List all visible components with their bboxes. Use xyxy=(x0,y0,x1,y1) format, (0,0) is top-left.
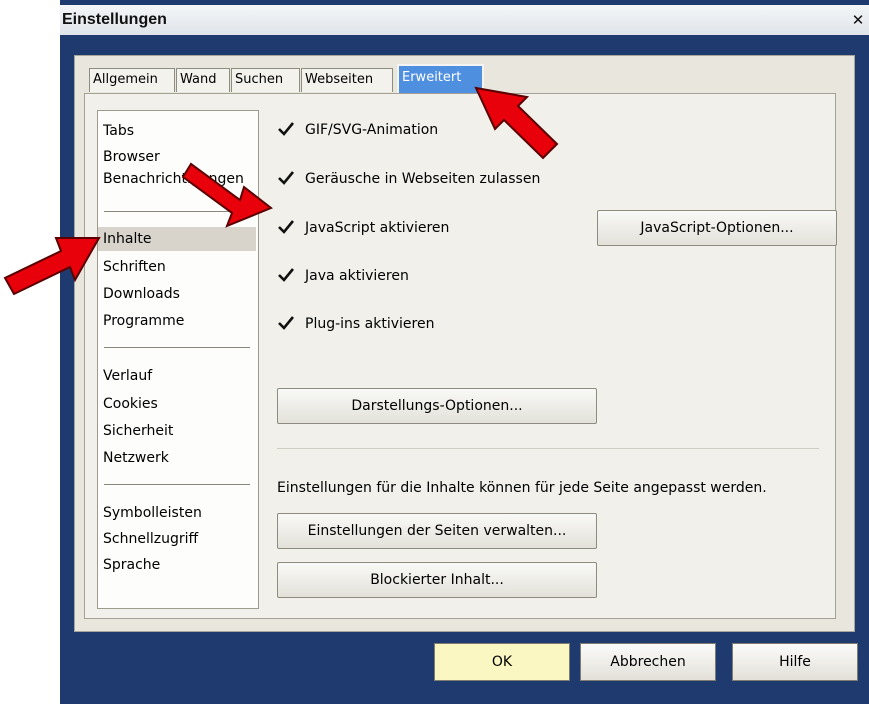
sidebar-item-schnellzugriff[interactable]: Schnellzugriff xyxy=(98,527,256,551)
sidebar-item-browser[interactable]: Browser xyxy=(98,145,256,169)
sidebar-item-programme[interactable]: Programme xyxy=(98,309,256,333)
sidebar-item-sprache[interactable]: Sprache xyxy=(98,553,256,577)
title-bar: Einstellungen ✕ xyxy=(60,5,869,35)
blocked-content-button[interactable]: Blockierter Inhalt... xyxy=(277,562,597,598)
sidebar-item-sicherheit[interactable]: Sicherheit xyxy=(98,419,256,443)
window-title: Einstellungen xyxy=(62,11,167,28)
ok-button[interactable]: OK xyxy=(434,643,570,681)
sidebar-item-verlauf[interactable]: Verlauf xyxy=(98,364,256,388)
category-list[interactable]: Tabs Browser Benachrichtigungen Inhalte … xyxy=(97,110,259,609)
option-label: JavaScript aktivieren xyxy=(305,220,450,236)
sidebar-item-inhalte[interactable]: Inhalte xyxy=(98,227,256,251)
sidebar-divider xyxy=(104,211,250,212)
sidebar-item-symbolleisten[interactable]: Symbolleisten xyxy=(98,501,256,525)
tab-webseiten[interactable]: Webseiten xyxy=(301,68,393,92)
separator xyxy=(277,448,819,449)
sidebar-item-tabs[interactable]: Tabs xyxy=(98,119,256,143)
tab-wand[interactable]: Wand xyxy=(176,68,230,92)
sidebar-item-benachrichtigungen[interactable]: Benachrichtigungen xyxy=(98,167,256,191)
check-icon[interactable] xyxy=(277,169,295,187)
sidebar-divider xyxy=(104,347,250,348)
display-options-button[interactable]: Darstellungs-Optionen... xyxy=(277,388,597,424)
check-icon[interactable] xyxy=(277,120,295,138)
help-button[interactable]: Hilfe xyxy=(732,643,858,681)
sidebar-item-cookies[interactable]: Cookies xyxy=(98,392,256,416)
sidebar-divider xyxy=(104,484,250,485)
option-label: Java aktivieren xyxy=(305,268,409,284)
check-icon[interactable] xyxy=(277,266,295,284)
check-icon[interactable] xyxy=(277,218,295,236)
option-label: Geräusche in Webseiten zulassen xyxy=(305,171,541,187)
check-icon[interactable] xyxy=(277,314,295,332)
tab-erweitert[interactable]: Erweitert xyxy=(397,64,484,94)
tab-suchen[interactable]: Suchen xyxy=(231,68,300,92)
manage-sites-button[interactable]: Einstellungen der Seiten verwalten... xyxy=(277,513,597,549)
cancel-button[interactable]: Abbrechen xyxy=(580,643,716,681)
sidebar-item-downloads[interactable]: Downloads xyxy=(98,282,256,306)
option-label: GIF/SVG-Animation xyxy=(305,122,439,138)
close-icon[interactable]: ✕ xyxy=(849,12,867,30)
javascript-options-button[interactable]: JavaScript-Optionen... xyxy=(597,210,837,246)
sidebar-item-schriften[interactable]: Schriften xyxy=(98,255,256,279)
sidebar-item-netzwerk[interactable]: Netzwerk xyxy=(98,446,256,470)
option-label: Plug-ins aktivieren xyxy=(305,316,435,332)
info-text: Einstellungen für die Inhalte können für… xyxy=(277,480,767,496)
tab-allgemein[interactable]: Allgemein xyxy=(89,68,175,92)
settings-dialog: Einstellungen ✕ Allgemein Wand Suchen We… xyxy=(60,0,869,704)
